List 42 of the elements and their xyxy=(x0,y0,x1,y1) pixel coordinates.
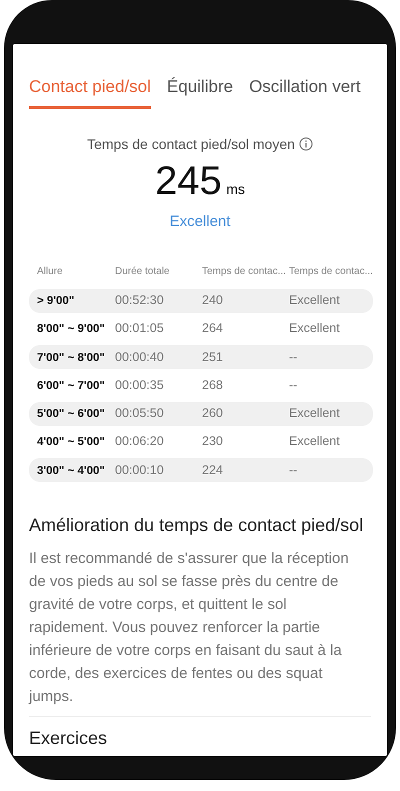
metric-unit: ms xyxy=(226,180,245,196)
table-cell: Excellent xyxy=(289,321,340,336)
table-cell: -- xyxy=(289,462,298,476)
table-cell: 00:05:50 xyxy=(115,406,164,420)
table-cell: > 9'00" xyxy=(37,295,74,307)
tab[interactable]: Oscillation vert xyxy=(249,74,361,108)
tab[interactable]: Équilibre xyxy=(166,74,234,108)
metric-rating: Excellent xyxy=(170,212,230,230)
table-cell: 3'00" ~ 4'00" xyxy=(37,464,105,476)
table-cell: 4'00" ~ 5'00" xyxy=(37,436,105,448)
column-header: Temps de contac... xyxy=(289,264,373,278)
table-cell: 251 xyxy=(202,350,223,364)
table-cell: 260 xyxy=(202,406,223,420)
table-cell: 8'00" ~ 9'00" xyxy=(37,323,105,336)
column-header: Durée totale xyxy=(115,264,170,278)
table-cell: 264 xyxy=(202,321,223,336)
table-cell: 00:01:05 xyxy=(115,321,164,336)
column-header: Allure xyxy=(37,264,64,278)
table-cell: Excellent xyxy=(289,406,340,420)
table-cell: 224 xyxy=(202,462,223,476)
advice-paragraph: Il est recommandé de s'assurer que la réception de vos pieds au sol se fasse près du centre de gravité de votre corps, et quittent le sol rapidement. Vous pouvez renforcer la partie inférieure de votre corps en faisant du saut à la corde, des exercices de fentes ou des squat jumps. xyxy=(29,549,350,708)
table-cell: 00:06:20 xyxy=(115,434,164,448)
table-cell: Excellent xyxy=(289,434,340,448)
metric-value: 245 xyxy=(155,158,222,202)
metric-title: Temps de contact pied/sol moyen xyxy=(87,134,295,154)
table-cell: 00:00:40 xyxy=(115,350,164,364)
table-cell: -- xyxy=(289,350,298,364)
table-cell: 00:00:35 xyxy=(115,378,164,392)
table-cell: 6'00" ~ 7'00" xyxy=(37,380,105,392)
section-title: Amélioration du temps de contact pied/sol xyxy=(29,514,364,538)
table-cell: 00:00:10 xyxy=(115,462,164,476)
table-cell: 230 xyxy=(202,434,223,448)
info-icon[interactable] xyxy=(298,137,313,151)
table-cell: 268 xyxy=(202,378,223,392)
table-cell: Excellent xyxy=(289,293,340,307)
table-cell: 5'00" ~ 6'00" xyxy=(37,408,105,420)
table-cell: -- xyxy=(289,378,298,392)
table-cell: 240 xyxy=(202,293,223,307)
column-header: Temps de contac... xyxy=(202,264,287,278)
table-cell: 7'00" ~ 8'00" xyxy=(37,352,105,364)
table-cell: 00:52:30 xyxy=(115,293,164,307)
section-title: Exercices xyxy=(29,728,108,748)
